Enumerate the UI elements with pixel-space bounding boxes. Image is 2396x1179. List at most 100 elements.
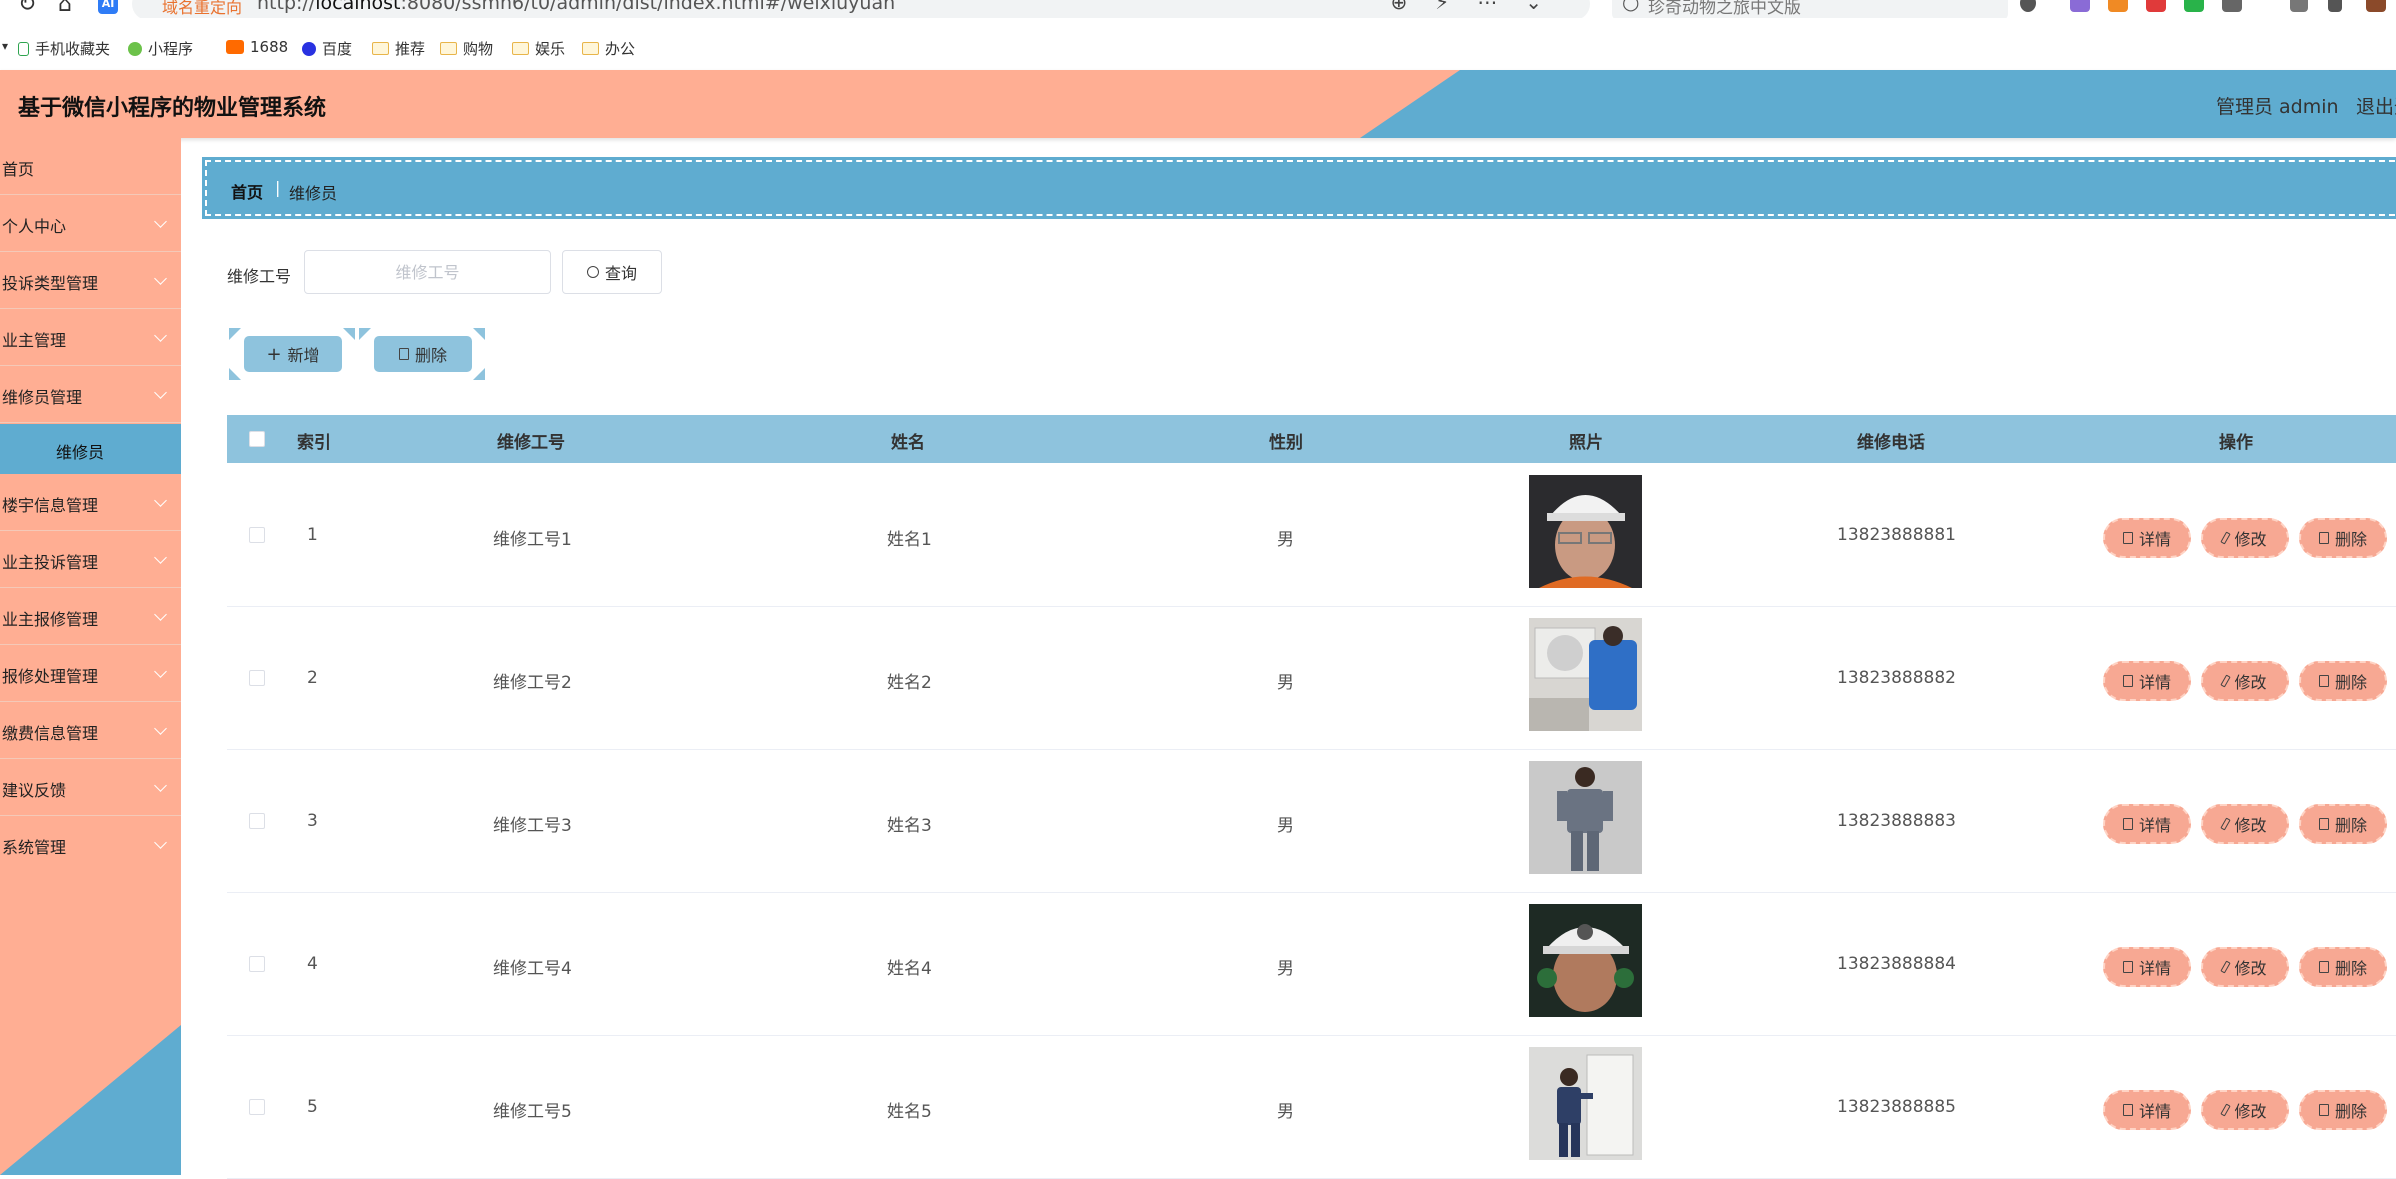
repairman-photo[interactable]: [1529, 475, 1642, 588]
column-header-photo: 照片: [1569, 433, 1603, 453]
detail-button[interactable]: 详情: [2103, 804, 2191, 844]
phone-icon: [18, 41, 29, 56]
row-checkbox[interactable]: [249, 956, 265, 972]
system-title: 基于微信小程序的物业管理系统: [18, 96, 327, 121]
sidebar-item-repairman[interactable]: 维修员管理: [0, 366, 181, 423]
document-icon: [2122, 818, 2133, 830]
appliance-repair-photo: [1529, 1047, 1642, 1160]
add-button[interactable]: + 新增: [244, 336, 342, 372]
sidebar-item-home[interactable]: 首页: [0, 138, 181, 195]
cell-phone: 13823888885: [1837, 1097, 1956, 1117]
sidebar-item-feedback[interactable]: 建议反馈: [0, 759, 181, 816]
chevron-down-icon: [154, 836, 167, 849]
cell-index: 4: [307, 954, 318, 974]
delete-button[interactable]: 删除: [374, 336, 472, 372]
search-input[interactable]: [304, 250, 551, 294]
chevron-down-icon: [154, 494, 167, 507]
button-decoration: [473, 368, 485, 380]
trash-icon: [2318, 532, 2329, 544]
query-button[interactable]: 查询: [562, 250, 662, 294]
sidebar-subitem-repairman[interactable]: 维修员: [0, 424, 181, 474]
sidebar-item-owner-complaint[interactable]: 业主投诉管理: [0, 531, 181, 588]
breadcrumb: 首页 | 维修员: [202, 157, 2396, 219]
breadcrumb-home[interactable]: 首页: [231, 179, 263, 203]
chevron-down-icon: [154, 779, 167, 792]
detail-button[interactable]: 详情: [2103, 518, 2191, 558]
row-checkbox[interactable]: [249, 527, 265, 543]
sidebar-item-complaint-type[interactable]: 投诉类型管理: [0, 252, 181, 309]
delete-row-button[interactable]: 删除: [2299, 1090, 2387, 1130]
cell-name: 姓名3: [887, 816, 932, 836]
download-icon[interactable]: [2290, 0, 2308, 12]
delete-row-button[interactable]: 删除: [2299, 804, 2387, 844]
sidebar-item-personal-center[interactable]: 个人中心: [0, 195, 181, 252]
edit-button[interactable]: 修改: [2201, 518, 2289, 558]
bookmark-arrow-icon[interactable]: ▾: [2, 39, 8, 53]
edit-button[interactable]: 修改: [2201, 1090, 2289, 1130]
repairman-photo[interactable]: [1529, 761, 1642, 874]
bookmark-entertainment[interactable]: 娱乐: [512, 38, 565, 59]
url-tools-icons[interactable]: ⊕⚡⋯⌄: [1390, 0, 1570, 14]
detail-button[interactable]: 详情: [2103, 661, 2191, 701]
scissors-icon[interactable]: [2020, 0, 2036, 12]
cell-index: 1: [307, 525, 318, 545]
bookmark-mobile[interactable]: 手机收藏夹: [18, 38, 110, 59]
button-decoration: [359, 328, 371, 340]
bookmark-recommend[interactable]: 推荐: [372, 38, 425, 59]
extension-icon[interactable]: [2146, 0, 2166, 12]
plus-icon: +: [266, 343, 282, 365]
repairman-photo[interactable]: [1529, 904, 1642, 1017]
logout-link[interactable]: 退出登录: [2356, 92, 2396, 119]
sidebar-item-owner[interactable]: 业主管理: [0, 309, 181, 366]
home-icon[interactable]: ⌂: [58, 0, 72, 17]
sidebar-item-owner-repair[interactable]: 业主报修管理: [0, 588, 181, 645]
reload-icon[interactable]: ↻: [18, 0, 36, 17]
button-decoration: [473, 328, 485, 340]
uniform-worker-photo: [1529, 761, 1642, 874]
table-row: 3 维修工号3 姓名3 男 13823888883 详情 修改 删除: [227, 750, 2396, 893]
repairman-photo[interactable]: [1529, 1047, 1642, 1160]
delete-row-button[interactable]: 删除: [2299, 947, 2387, 987]
column-header-name: 姓名: [891, 433, 925, 453]
extension-icon[interactable]: [2070, 0, 2090, 12]
sidebar-item-system[interactable]: 系统管理: [0, 816, 181, 873]
delete-row-button[interactable]: 删除: [2299, 661, 2387, 701]
cell-name: 姓名4: [887, 959, 932, 979]
cell-code: 维修工号4: [493, 959, 572, 979]
puzzle-icon[interactable]: [2222, 0, 2242, 12]
edit-button[interactable]: 修改: [2201, 804, 2289, 844]
address-bar[interactable]: 域名重定向 http://localhost:8080/ssmn6/t0/adm…: [132, 0, 1590, 18]
column-header-gender: 性别: [1269, 433, 1303, 453]
extension-icon[interactable]: [2366, 0, 2386, 12]
bookmark-1688[interactable]: 1688: [226, 38, 288, 56]
extension-icon[interactable]: [2184, 0, 2204, 12]
bookmark-shopping[interactable]: 购物: [440, 38, 493, 59]
ai-icon[interactable]: AI: [98, 0, 118, 14]
row-checkbox[interactable]: [249, 1099, 265, 1115]
game-icon[interactable]: [2108, 0, 2128, 12]
sidebar-item-building[interactable]: 楼宇信息管理: [0, 474, 181, 531]
bookmark-baidu[interactable]: 百度: [302, 38, 352, 59]
miniprogram-icon: [128, 41, 142, 56]
trash-icon: [2318, 818, 2329, 830]
delete-row-button[interactable]: 删除: [2299, 518, 2387, 558]
row-checkbox[interactable]: [249, 670, 265, 686]
sidebar-item-repair-handling[interactable]: 报修处理管理: [0, 645, 181, 702]
sidebar: 首页 个人中心 投诉类型管理 业主管理 维修员管理 维修员 楼宇信息管理 业主投…: [0, 138, 181, 1175]
repairman-photo[interactable]: [1529, 618, 1642, 731]
row-checkbox[interactable]: [249, 813, 265, 829]
detail-button[interactable]: 详情: [2103, 1090, 2191, 1130]
folder-icon: [372, 42, 389, 55]
detail-button[interactable]: 详情: [2103, 947, 2191, 987]
baidu-icon: [302, 41, 316, 56]
browser-search-box[interactable]: ○ 珍奇动物之旅中文版: [1612, 0, 2008, 18]
column-header-index: 索引: [297, 433, 331, 453]
browser-chrome: ↻ ⌂ AI 域名重定向 http://localhost:8080/ssmn6…: [0, 0, 2396, 70]
sidebar-item-payment[interactable]: 缴费信息管理: [0, 702, 181, 759]
edit-button[interactable]: 修改: [2201, 661, 2289, 701]
bookmark-miniprogram[interactable]: 小程序: [128, 38, 193, 59]
undo-icon[interactable]: [2328, 0, 2342, 12]
edit-button[interactable]: 修改: [2201, 947, 2289, 987]
bookmark-office[interactable]: 办公: [582, 38, 635, 59]
select-all-checkbox[interactable]: [249, 431, 265, 447]
